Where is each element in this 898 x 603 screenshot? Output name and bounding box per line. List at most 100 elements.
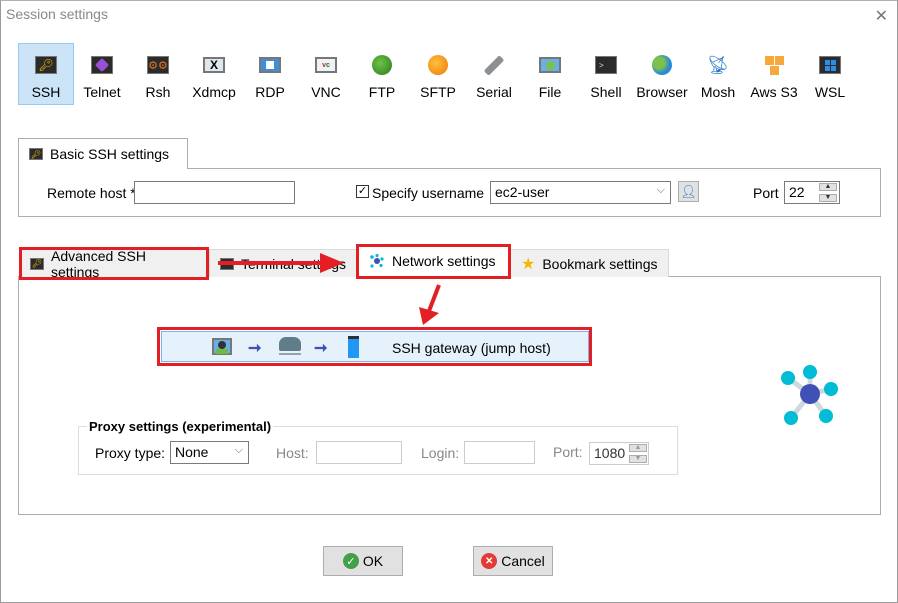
- tool-label: Rsh: [145, 84, 171, 100]
- ok-button[interactable]: ✓ OK: [323, 546, 403, 576]
- vnc-icon: vc: [315, 54, 337, 76]
- session-type-shell[interactable]: > Shell: [578, 43, 634, 105]
- proxy-host-label: Host:: [276, 445, 309, 461]
- rsh-gears-icon: ⚙⚙: [147, 54, 169, 76]
- remote-host-label: Remote host *: [47, 185, 136, 201]
- session-type-ssh[interactable]: 🔑︎ SSH: [18, 43, 74, 105]
- tool-label: Aws S3: [750, 84, 798, 100]
- tab-label: Advanced SSH settings: [51, 247, 146, 280]
- tool-label: SSH: [31, 84, 61, 100]
- key-icon: 🔑︎: [29, 148, 43, 160]
- proxy-port-value: 1080: [594, 445, 626, 461]
- proxy-settings-title: Proxy settings (experimental): [87, 419, 274, 434]
- cancel-button[interactable]: ✕ Cancel: [473, 546, 553, 576]
- chevron-down-icon[interactable]: ⌵: [657, 184, 665, 197]
- tool-label: File: [538, 84, 562, 100]
- proxy-login-label: Login:: [421, 445, 460, 461]
- session-type-vnc[interactable]: vc VNC: [298, 43, 354, 105]
- annotation-arrow-down: [419, 284, 441, 325]
- server-icon: [348, 336, 359, 358]
- serial-plug-icon: [483, 54, 505, 76]
- ssh-key-icon: 🔑︎: [35, 54, 57, 76]
- proxy-type-value: None: [175, 444, 209, 460]
- gateway-router-icon: [279, 337, 303, 357]
- tab-basic-ssh-settings[interactable]: 🔑︎ Basic SSH settings: [18, 138, 188, 169]
- tool-label: FTP: [368, 84, 396, 100]
- ssh-gateway-button[interactable]: ➞ ➞ SSH gateway (jump host): [161, 331, 589, 362]
- network-graphic-icon: [781, 365, 838, 425]
- session-type-file[interactable]: File: [522, 43, 578, 105]
- session-type-aws-s3[interactable]: Aws S3: [746, 43, 802, 105]
- user-key-icon: 👤︎: [680, 183, 697, 199]
- shell-terminal-icon: >: [595, 54, 617, 76]
- ssh-gateway-label: SSH gateway (jump host): [392, 340, 551, 356]
- check-circle-icon: ✓: [342, 553, 359, 569]
- sftp-globe-icon: [427, 54, 449, 76]
- arrow-right-icon: ➞: [248, 340, 262, 357]
- tab-bookmark-settings[interactable]: ★ Bookmark settings: [510, 249, 669, 277]
- xdmcp-icon: X: [203, 54, 225, 76]
- cancel-circle-icon: ✕: [481, 553, 498, 569]
- session-type-telnet[interactable]: Telnet: [74, 43, 130, 105]
- tab-label: Network settings: [392, 253, 496, 269]
- tool-label: Mosh: [700, 84, 736, 100]
- port-spinner[interactable]: ▲ ▼: [819, 183, 837, 202]
- session-type-rsh[interactable]: ⚙⚙ Rsh: [130, 43, 186, 105]
- arrow-right-icon: ➞: [314, 340, 328, 357]
- tab-label: Basic SSH settings: [50, 146, 170, 162]
- star-icon: ★: [521, 255, 536, 273]
- tab-label: Bookmark settings: [542, 255, 658, 272]
- tab-network-settings[interactable]: Network settings: [358, 245, 510, 277]
- user-key-manager-button[interactable]: 👤︎: [678, 181, 699, 202]
- tool-label: Xdmcp: [192, 84, 236, 100]
- username-value: ec2-user: [495, 184, 550, 200]
- browser-globe-icon: [651, 54, 673, 76]
- mosh-satellite-icon: 📡︎: [706, 54, 730, 75]
- tool-label: WSL: [814, 84, 846, 100]
- rdp-windows-icon: [259, 54, 281, 76]
- proxy-type-select[interactable]: None ⌵: [170, 441, 249, 464]
- wsl-windows-icon: [819, 54, 841, 76]
- proxy-host-input[interactable]: [316, 441, 402, 464]
- proxy-port-spinner[interactable]: ▲ ▼: [629, 444, 647, 463]
- proxy-port-label: Port:: [553, 444, 583, 460]
- tool-label: Telnet: [83, 84, 121, 100]
- session-type-rdp[interactable]: RDP: [242, 43, 298, 105]
- username-combobox[interactable]: ec2-user ⌵: [490, 181, 671, 204]
- session-type-ftp[interactable]: FTP: [354, 43, 410, 105]
- spin-up-icon[interactable]: ▲: [819, 183, 837, 191]
- remote-host-input[interactable]: [134, 181, 295, 204]
- file-monitor-icon: [539, 54, 561, 76]
- ok-label: OK: [362, 553, 384, 569]
- key-icon: 🔑︎: [30, 257, 44, 270]
- ftp-globe-icon: [371, 54, 393, 76]
- spin-up-icon[interactable]: ▲: [629, 444, 647, 452]
- proxy-login-input[interactable]: [464, 441, 535, 464]
- specify-username-checkbox[interactable]: ✓: [356, 185, 369, 198]
- session-type-mosh[interactable]: 📡︎ Mosh: [690, 43, 746, 105]
- session-type-xdmcp[interactable]: X Xdmcp: [186, 43, 242, 105]
- window-title: Session settings: [6, 6, 108, 22]
- spin-down-icon[interactable]: ▼: [819, 194, 837, 202]
- spin-down-icon[interactable]: ▼: [629, 455, 647, 463]
- aws-s3-cubes-icon: [763, 54, 785, 76]
- session-type-wsl[interactable]: WSL: [802, 43, 858, 105]
- tool-label: SFTP: [420, 84, 456, 100]
- user-computer-icon: [212, 338, 232, 355]
- port-value: 22: [789, 184, 805, 200]
- network-icon: [369, 254, 385, 268]
- session-type-browser[interactable]: Browser: [634, 43, 690, 105]
- session-type-sftp[interactable]: SFTP: [410, 43, 466, 105]
- proxy-type-label: Proxy type:: [95, 445, 166, 461]
- tab-advanced-ssh-settings[interactable]: 🔑︎ Advanced SSH settings: [19, 247, 209, 280]
- annotation-arrow-right: [218, 253, 344, 273]
- telnet-icon: [91, 54, 113, 76]
- session-type-serial[interactable]: Serial: [466, 43, 522, 105]
- network-settings-panel: [18, 276, 881, 515]
- specify-username-label: Specify username: [372, 185, 485, 201]
- tool-label: Browser: [636, 84, 688, 100]
- close-icon[interactable]: ✕: [875, 6, 888, 26]
- session-settings-dialog: Session settings ✕ 🔑︎ SSH Telnet ⚙⚙ Rsh …: [0, 0, 898, 603]
- tool-label: VNC: [311, 84, 341, 100]
- chevron-down-icon[interactable]: ⌵: [235, 444, 243, 457]
